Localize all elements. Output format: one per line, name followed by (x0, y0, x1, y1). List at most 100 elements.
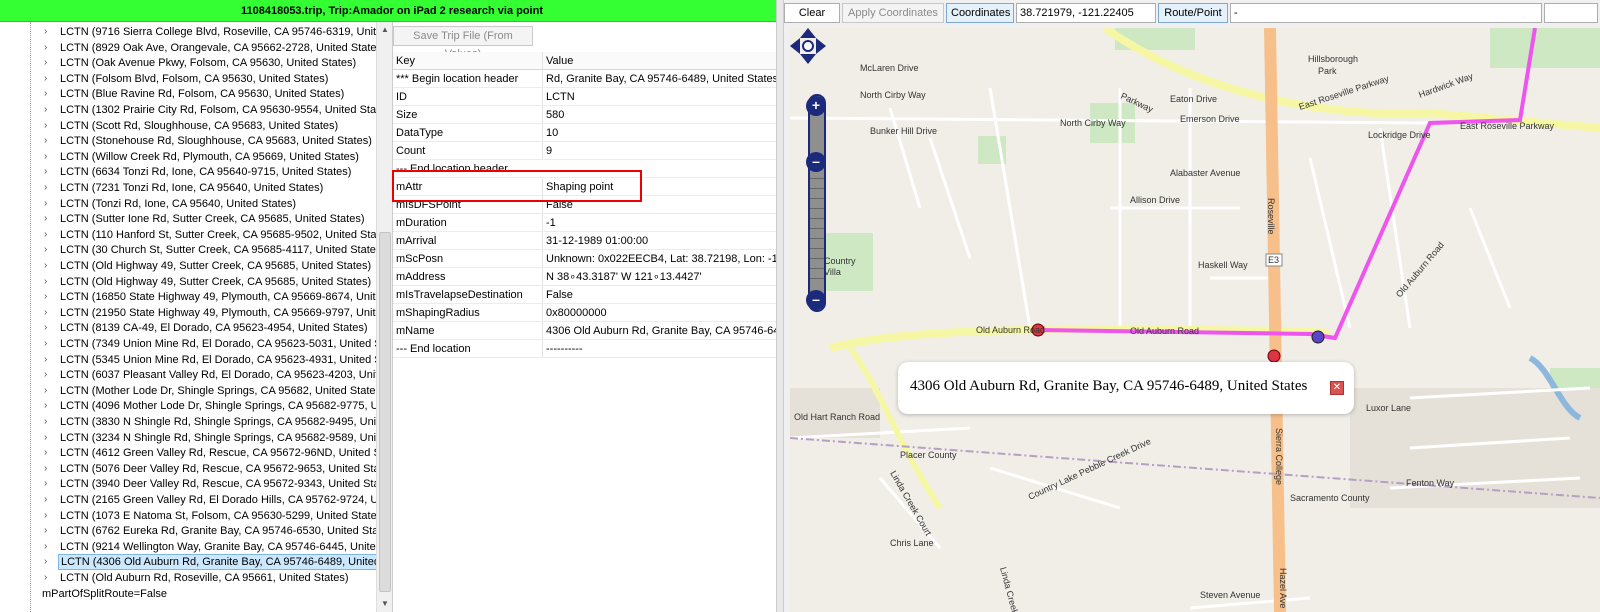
column-header-value[interactable]: Value (542, 52, 777, 69)
tree-item[interactable]: › LCTN (4096 Mother Lode Dr, Shingle Spri… (0, 398, 376, 414)
row-value[interactable]: 31-12-1989 01:00:00 (542, 232, 777, 249)
table-row[interactable]: Size 580 (393, 106, 777, 124)
row-value[interactable]: ---------- (542, 340, 777, 357)
chevron-right-icon[interactable]: › (44, 445, 54, 461)
tree-item[interactable]: › LCTN (4306 Old Auburn Rd, Granite Bay, … (0, 554, 376, 571)
row-value[interactable]: 580 (542, 106, 777, 123)
chevron-right-icon[interactable]: › (44, 289, 54, 305)
chevron-right-icon[interactable]: › (44, 476, 54, 492)
column-header-key[interactable]: Key (396, 52, 536, 69)
chevron-right-icon[interactable]: › (44, 305, 54, 321)
tree-item[interactable]: › LCTN (1302 Prairie City Rd, Folsom, CA … (0, 102, 376, 118)
tree-item[interactable]: › LCTN (Stonehouse Rd, Sloughhouse, CA 95… (0, 133, 376, 149)
tree-item[interactable]: › LCTN (8139 CA-49, El Dorado, CA 95623-4… (0, 320, 376, 336)
table-row[interactable]: mIsTravelapseDestination False (393, 286, 777, 304)
tree-item[interactable]: › LCTN (Oak Avenue Pkwy, Folsom, CA 95630… (0, 55, 376, 71)
table-row[interactable]: --- End location header (393, 160, 777, 178)
chevron-right-icon[interactable]: › (44, 570, 54, 586)
tree-item[interactable]: › LCTN (Old Highway 49, Sutter Creek, CA … (0, 258, 376, 274)
tree-item[interactable]: › LCTN (21950 State Highway 49, Plymouth,… (0, 305, 376, 321)
row-value[interactable]: Unknown: 0x022EECB4, Lat: 38.72198, Lon:… (542, 250, 777, 267)
table-row[interactable]: mName 4306 Old Auburn Rd, Granite Bay, CA… (393, 322, 777, 340)
tree-item[interactable]: › LCTN (8929 Oak Ave, Orangevale, CA 9566… (0, 40, 376, 56)
row-value[interactable]: 4306 Old Auburn Rd, Granite Bay, CA 9574… (542, 322, 777, 339)
chevron-right-icon[interactable]: › (44, 71, 54, 87)
close-icon[interactable]: ✕ (1330, 381, 1344, 395)
chevron-right-icon[interactable]: › (44, 430, 54, 446)
chevron-right-icon[interactable]: › (44, 352, 54, 368)
tree-item[interactable]: › LCTN (Scott Rd, Sloughhouse, CA 95683, … (0, 118, 376, 134)
chevron-right-icon[interactable]: › (44, 383, 54, 399)
zoom-handle-icon[interactable]: – (806, 152, 826, 172)
table-row[interactable]: DataType 10 (393, 124, 777, 142)
table-row[interactable]: mAddress N 38∘43.3187' W 121∘13.4427' (393, 268, 777, 286)
row-value[interactable]: Rd, Granite Bay, CA 95746-6489, United S… (542, 70, 777, 87)
tree-item[interactable]: › LCTN (Folsom Blvd, Folsom, CA 95630, Un… (0, 71, 376, 87)
table-row[interactable]: ID LCTN (393, 88, 777, 106)
tree-scrollbar[interactable]: ▲ ▼ (376, 22, 392, 612)
chevron-right-icon[interactable]: › (44, 336, 54, 352)
tree-item[interactable]: › LCTN (Blue Ravine Rd, Folsom, CA 95630,… (0, 86, 376, 102)
map-canvas[interactable]: Parkway McLaren Drive North Cirby Way No… (790, 28, 1600, 612)
scroll-down-icon[interactable]: ▼ (377, 596, 393, 612)
route-point-input[interactable] (1230, 3, 1542, 23)
chevron-right-icon[interactable]: › (44, 258, 54, 274)
tree-item[interactable]: › LCTN (2165 Green Valley Rd, El Dorado H… (0, 492, 376, 508)
tree-item[interactable]: › LCTN (1073 E Natoma St, Folsom, CA 9563… (0, 508, 376, 524)
tree-item[interactable]: › LCTN (3940 Deer Valley Rd, Rescue, CA 9… (0, 476, 376, 492)
tree-item[interactable]: › LCTN (3234 N Shingle Rd, Shingle Spring… (0, 430, 376, 446)
chevron-right-icon[interactable]: › (44, 242, 54, 258)
chevron-right-icon[interactable]: › (44, 118, 54, 134)
tree-item[interactable]: › LCTN (30 Church St, Sutter Creek, CA 95… (0, 242, 376, 258)
tree-item[interactable]: › LCTN (6762 Eureka Rd, Granite Bay, CA 9… (0, 523, 376, 539)
table-row[interactable]: mDuration -1 (393, 214, 777, 232)
table-row[interactable]: mScPosn Unknown: 0x022EECB4, Lat: 38.7219… (393, 250, 777, 268)
tree-item[interactable]: › LCTN (5076 Deer Valley Rd, Rescue, CA 9… (0, 461, 376, 477)
chevron-right-icon[interactable]: › (44, 274, 54, 290)
tree-item[interactable]: › LCTN (Willow Creek Rd, Plymouth, CA 956… (0, 149, 376, 165)
chevron-right-icon[interactable]: › (44, 554, 54, 570)
clear-map-button[interactable]: Clear map (784, 3, 840, 37)
chevron-right-icon[interactable]: › (44, 227, 54, 243)
row-value[interactable]: False (542, 286, 777, 303)
tree-item[interactable]: › LCTN (5345 Union Mine Rd, El Dorado, CA… (0, 352, 376, 368)
zoom-out-icon[interactable]: – (806, 290, 826, 310)
route-point-input-2[interactable] (1544, 3, 1598, 23)
apply-coordinates-button[interactable]: Apply Coordinates (842, 3, 944, 23)
row-value[interactable]: N 38∘43.3187' W 121∘13.4427' (542, 268, 777, 285)
tree-item[interactable]: › LCTN (Old Auburn Rd, Roseville, CA 9566… (0, 570, 376, 586)
chevron-right-icon[interactable]: › (44, 55, 54, 71)
tree-item[interactable]: › LCTN (16850 State Highway 49, Plymouth,… (0, 289, 376, 305)
tree-item[interactable]: › LCTN (9716 Sierra College Blvd, Rosevil… (0, 24, 376, 40)
chevron-right-icon[interactable]: › (44, 211, 54, 227)
chevron-right-icon[interactable]: › (44, 164, 54, 180)
table-row[interactable]: mArrival 31-12-1989 01:00:00 (393, 232, 777, 250)
location-tree[interactable]: › LCTN (9716 Sierra College Blvd, Rosevil… (0, 22, 376, 612)
row-value[interactable]: 10 (542, 124, 777, 141)
chevron-right-icon[interactable]: › (44, 539, 54, 555)
save-trip-button[interactable]: Save Trip File (From Values) (393, 26, 533, 60)
tree-item[interactable]: › LCTN (9214 Wellington Way, Granite Bay,… (0, 539, 376, 555)
coordinates-button[interactable]: Coordinates (946, 3, 1014, 23)
table-row[interactable]: mAttr Shaping point (393, 178, 777, 196)
tree-item[interactable]: › LCTN (6634 Tonzi Rd, Ione, CA 95640-971… (0, 164, 376, 180)
tree-item[interactable]: › LCTN (3830 N Shingle Rd, Shingle Spring… (0, 414, 376, 430)
chevron-right-icon[interactable]: › (44, 320, 54, 336)
chevron-right-icon[interactable]: › (44, 461, 54, 477)
row-value[interactable]: Shaping point (542, 178, 777, 195)
tree-item[interactable]: › LCTN (Mother Lode Dr, Shingle Springs, … (0, 383, 376, 399)
chevron-right-icon[interactable]: › (44, 398, 54, 414)
tree-item[interactable]: › LCTN (4612 Green Valley Rd, Rescue, CA … (0, 445, 376, 461)
chevron-right-icon[interactable]: › (44, 133, 54, 149)
row-value[interactable]: LCTN (542, 88, 777, 105)
table-row[interactable]: mIsDFSPoint False (393, 196, 777, 214)
scroll-thumb[interactable] (379, 232, 391, 592)
tree-item[interactable]: › LCTN (110 Hanford St, Sutter Creek, CA … (0, 227, 376, 243)
tree-leaf-item[interactable]: mPartOfSplitRoute=False (0, 586, 376, 602)
tree-item[interactable]: › LCTN (7231 Tonzi Rd, Ione, CA 95640, Un… (0, 180, 376, 196)
scroll-up-icon[interactable]: ▲ (377, 22, 393, 38)
chevron-right-icon[interactable]: › (44, 492, 54, 508)
table-row[interactable]: --- End location ---------- (393, 340, 777, 358)
pan-arrows-icon[interactable] (790, 28, 826, 64)
chevron-right-icon[interactable]: › (44, 24, 54, 40)
